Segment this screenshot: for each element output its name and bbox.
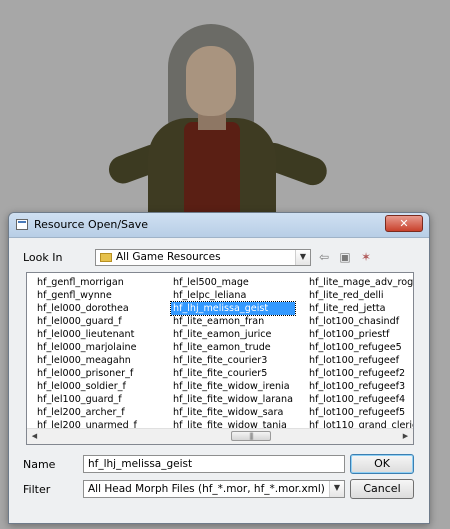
- window-icon: [16, 219, 28, 230]
- file-column-1: hf_genfl_morrigan hf_genfl_wynne hf_lel000…: [35, 276, 139, 432]
- file-item[interactable]: hf_lot100_refugeef5: [307, 406, 413, 419]
- filter-dropdown[interactable]: All Head Morph Files (hf_*.mor, hf_*.mor…: [83, 480, 345, 498]
- lookin-dropdown[interactable]: All Game Resources ▼: [95, 249, 311, 266]
- file-item[interactable]: hf_lel000_lieutenant: [35, 328, 139, 341]
- title-bar[interactable]: Resource Open/Save ✕: [9, 213, 429, 238]
- file-item[interactable]: hf_lel500_mage: [171, 276, 295, 289]
- file-item[interactable]: hf_lite_fite_courier3: [171, 354, 295, 367]
- file-item[interactable]: hf_lite_eamon_fran: [171, 315, 295, 328]
- file-item[interactable]: hf_lel000_guard_f: [35, 315, 139, 328]
- file-item[interactable]: hf_lel000_soldier_f: [35, 380, 139, 393]
- file-item[interactable]: hf_lite_mage_adv_rogue: [307, 276, 413, 289]
- file-item[interactable]: hf_lite_eamon_trude: [171, 341, 295, 354]
- file-item[interactable]: hf_lite_fite_widow_larana: [171, 393, 295, 406]
- file-item[interactable]: hf_lite_red_delli: [307, 289, 413, 302]
- file-item[interactable]: hf_lel000_marjolaine: [35, 341, 139, 354]
- back-arrow-icon[interactable]: ⇦: [316, 249, 332, 265]
- filter-value: All Head Morph Files (hf_*.mor, hf_*.mor…: [88, 483, 325, 495]
- scroll-right-icon[interactable]: ▶: [398, 429, 413, 443]
- lookin-label: Look In: [23, 251, 63, 264]
- file-item[interactable]: hf_lot100_priestf: [307, 328, 413, 341]
- file-column-2: hf_lel500_mage hf_lelpc_leliana hf_lhj_mel…: [170, 276, 296, 432]
- name-input[interactable]: hf_lhj_melissa_geist: [83, 455, 345, 473]
- file-item[interactable]: hf_lel000_dorothea: [35, 302, 139, 315]
- file-list[interactable]: hf_genfl_morrigan hf_genfl_wynne hf_lel000…: [26, 272, 414, 445]
- scroll-left-icon[interactable]: ◀: [27, 429, 42, 443]
- file-item[interactable]: hf_lel200_archer_f: [35, 406, 139, 419]
- file-item[interactable]: hf_lelpc_leliana: [171, 289, 295, 302]
- file-item[interactable]: hf_genfl_morrigan: [35, 276, 139, 289]
- cancel-button[interactable]: Cancel: [350, 479, 414, 499]
- dialog-title: Resource Open/Save: [34, 218, 149, 231]
- close-button[interactable]: ✕: [385, 215, 423, 232]
- file-item[interactable]: hf_lhj_melissa_geist: [170, 301, 296, 316]
- file-item[interactable]: hf_lot100_refugee5: [307, 341, 413, 354]
- up-folder-icon[interactable]: ▣: [337, 249, 353, 265]
- scroll-thumb[interactable]: |||: [231, 431, 271, 441]
- character-bodice: [184, 122, 240, 222]
- file-item[interactable]: hf_lel000_prisoner_f: [35, 367, 139, 380]
- file-item[interactable]: hf_lite_red_jetta: [307, 302, 413, 315]
- file-item[interactable]: hf_lot100_chasindf: [307, 315, 413, 328]
- filter-label: Filter: [23, 483, 51, 496]
- chevron-down-icon[interactable]: ▼: [295, 250, 310, 265]
- chevron-down-icon[interactable]: ▼: [329, 481, 344, 497]
- file-item[interactable]: hf_lot100_refugeef4: [307, 393, 413, 406]
- file-item[interactable]: hf_lel000_meagahn: [35, 354, 139, 367]
- name-label: Name: [23, 458, 56, 471]
- horizontal-scrollbar[interactable]: ◀ ||| ▶: [27, 428, 413, 444]
- folder-icon: [100, 253, 112, 262]
- file-item[interactable]: hf_lite_eamon_jurice: [171, 328, 295, 341]
- character-face: [186, 46, 236, 116]
- ok-button[interactable]: OK: [350, 454, 414, 474]
- file-item[interactable]: hf_lot100_refugeef: [307, 354, 413, 367]
- new-item-icon[interactable]: ✶: [358, 249, 374, 265]
- file-item[interactable]: hf_lite_fite_widow_sara: [171, 406, 295, 419]
- resource-open-save-dialog: Resource Open/Save ✕ Look In All Game Re…: [8, 212, 430, 524]
- lookin-value: All Game Resources: [116, 251, 221, 263]
- file-column-3: hf_lite_mage_adv_rogue hf_lite_red_delli h…: [307, 276, 413, 432]
- file-item[interactable]: hf_lot100_refugeef3: [307, 380, 413, 393]
- file-item[interactable]: hf_genfl_wynne: [35, 289, 139, 302]
- file-item[interactable]: hf_lel100_guard_f: [35, 393, 139, 406]
- file-item[interactable]: hf_lot100_refugeef2: [307, 367, 413, 380]
- file-item[interactable]: hf_lite_fite_widow_irenia: [171, 380, 295, 393]
- file-item[interactable]: hf_lite_fite_courier5: [171, 367, 295, 380]
